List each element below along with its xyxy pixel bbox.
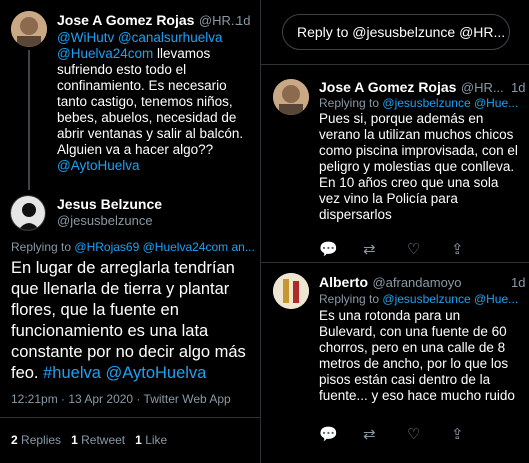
thread-line [28,50,30,190]
likes-count: 1 [135,433,142,447]
replies-count: 2 [11,433,18,447]
avatar-photo-icon [273,273,309,309]
avatar[interactable] [273,273,309,309]
likes-label[interactable]: Like [145,433,167,447]
replying-to: Replying to @jesusbelzunce @Hue... [319,96,524,110]
author-name[interactable]: Jose A Gomez Rojas [57,12,194,28]
replying-to-links[interactable]: @jesusbelzunce @Hue... [382,292,518,306]
tweet-text: Pues si, porque además en verano la util… [319,111,519,223]
reply-box[interactable]: Reply to @jesusbelzunce @HR... [282,14,510,50]
divider [261,262,529,263]
retweets-label[interactable]: Retweet [81,433,125,447]
author-handle[interactable]: @afrandamoyo [372,275,461,290]
retweet-icon[interactable]: ⇄ [363,240,407,258]
tweet-body: En 10 años creo que una sola vez vino la… [319,175,499,222]
author-name[interactable]: Alberto [319,274,368,290]
tweet-meta[interactable]: 12:21pm · 13 Apr 2020 · Twitter Web App [11,392,231,406]
tweet-time[interactable]: 1d [511,275,525,290]
replying-to: Replying to @HRojas69 @Huelva24com an... [11,240,261,254]
tweet-body: llevamos sufriendo esto todo el confinam… [57,46,244,157]
retweet-icon[interactable]: ⇄ [363,425,407,443]
replying-prefix: Replying to [11,240,72,254]
retweets-count: 1 [71,433,78,447]
tweet-actions: 💬 ⇄ ♡ ⇪ [319,240,495,258]
avatar-photo-icon [11,11,47,47]
tweet-header: Jose A Gomez Rojas @HR... [319,79,509,97]
avatar-photo-icon [273,79,309,115]
like-icon[interactable]: ♡ [407,425,451,443]
replying-to-links[interactable]: @jesusbelzunce @Hue... [382,96,518,110]
mention-link[interactable]: @AytoHuelva [57,158,140,173]
replying-prefix: Replying to [319,96,380,110]
replying-to-links[interactable]: @HRojas69 @Huelva24com an... [74,240,254,254]
avatar[interactable] [273,79,309,115]
reply-icon[interactable]: 💬 [319,425,363,443]
tweet-header: Alberto @afrandamoyo [319,274,509,292]
like-icon[interactable]: ♡ [407,240,451,258]
avatar[interactable] [10,195,46,231]
author-name[interactable]: Jose A Gomez Rojas [319,79,456,95]
share-icon[interactable]: ⇪ [451,240,495,258]
hashtag-link[interactable]: #huelva [43,364,101,382]
tweet-text: Es una rotonda para un Bulevard, con una… [319,308,515,403]
tweet-actions: 💬 ⇄ ♡ ⇪ [319,425,495,443]
tweet-text: @WiHutv @canalsurhuelva @Huelva24com lle… [57,30,252,174]
tweet-header: Jose A Gomez Rojas @HR... [57,12,247,30]
tweet-time[interactable]: 1d [236,13,250,28]
tweet-time[interactable]: 1d [511,80,525,95]
replies-label[interactable]: Replies [21,433,61,447]
author-handle[interactable]: @HR... [461,80,504,95]
tweet-stats: 2 Replies 1 Retweet 1 Like [11,433,167,447]
replying-prefix: Replying to [319,292,380,306]
divider [261,64,529,65]
tweet-text: En lugar de arreglarla tendrían que llen… [11,258,256,384]
avatar[interactable] [11,11,47,47]
author-name[interactable]: Jesus Belzunce [57,196,162,212]
divider [0,417,260,418]
mention-link[interactable]: @AytoHuelva [106,364,207,382]
tweet-body: Pues si, porque además en verano la util… [319,111,518,174]
share-icon[interactable]: ⇪ [451,425,495,443]
replying-to: Replying to @jesusbelzunce @Hue... [319,292,524,306]
reply-icon[interactable]: 💬 [319,240,363,258]
author-handle[interactable]: @jesusbelzunce [57,213,153,228]
